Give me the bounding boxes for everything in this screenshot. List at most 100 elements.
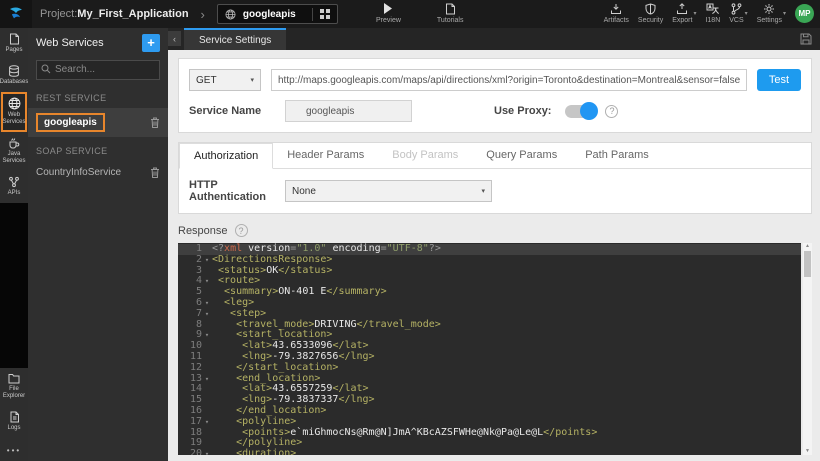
line-number: 17 — [189, 415, 202, 427]
scrollbar-thumb[interactable] — [804, 251, 811, 277]
trash-icon[interactable] — [150, 167, 160, 178]
sidebar-spacer — [0, 203, 28, 368]
translate-icon — [706, 2, 720, 15]
sidebar-item-file-explorer[interactable]: File Explorer — [0, 368, 28, 406]
fold-gutter — [202, 406, 212, 417]
more-options-icon[interactable]: ••• — [7, 438, 21, 461]
add-service-button[interactable]: + — [142, 34, 160, 52]
artifacts-button[interactable]: Artifacts — [604, 2, 629, 24]
fold-icon[interactable]: ▾ — [202, 374, 212, 385]
trash-icon[interactable] — [150, 117, 160, 128]
selected-service-name: googleapis — [242, 8, 296, 20]
fold-gutter — [202, 320, 212, 331]
http-authentication-select[interactable]: None ▾ — [285, 180, 492, 202]
topbar: Project:My_First_Application › googleapi… — [0, 0, 820, 28]
sidebar-item-java-services[interactable]: Java Services — [0, 132, 28, 171]
grid-icon[interactable] — [319, 9, 330, 19]
fold-gutter — [202, 363, 212, 374]
tutorials-button[interactable]: Tutorials — [437, 2, 464, 24]
fold-gutter — [202, 287, 212, 298]
sidebar-item-apis[interactable]: APIs — [0, 171, 28, 203]
method-select[interactable]: GET ▾ — [189, 69, 261, 91]
divider — [311, 7, 313, 21]
web-services-panel: Web Services + REST SERVICE googleapis S… — [28, 28, 168, 461]
editor-scrollbar[interactable]: ▲ ▼ — [803, 243, 812, 455]
vcs-label: VCS — [729, 17, 744, 24]
fold-gutter — [202, 395, 212, 406]
response-editor[interactable]: 1 <?xml version="1.0" encoding="UTF-8"?> 2… — [178, 243, 801, 455]
tab-path-params[interactable]: Path Params — [571, 143, 663, 169]
artifacts-download-icon — [610, 2, 622, 15]
fold-gutter — [202, 428, 212, 439]
security-button[interactable]: Security — [638, 2, 663, 24]
line-number: 12 — [189, 361, 202, 373]
security-label: Security — [637, 17, 664, 24]
tab-header-params[interactable]: Header Params — [273, 143, 378, 169]
fold-gutter — [202, 244, 212, 255]
fold-icon[interactable]: ▾ — [202, 309, 212, 320]
service-item-countryinfoservice[interactable]: CountryInfoService — [28, 161, 168, 185]
settings-button[interactable]: Settings — [757, 2, 782, 24]
vcs-button[interactable]: VCS — [729, 2, 744, 24]
url-input[interactable] — [271, 69, 747, 91]
user-avatar[interactable]: MP — [795, 4, 814, 23]
fold-icon[interactable]: ▾ — [202, 417, 212, 428]
coffee-cup-icon — [8, 137, 20, 149]
line-number: 20 — [189, 448, 202, 455]
panel-title: Web Services — [36, 37, 104, 49]
breadcrumb: Project:My_First_Application — [40, 8, 189, 20]
topbar-center: Preview Tutorials — [376, 2, 464, 24]
scroll-up-icon[interactable]: ▲ — [805, 243, 810, 250]
chevron-down-icon[interactable]: ▾ — [783, 10, 786, 17]
book-icon — [445, 2, 456, 15]
service-item-googleapis[interactable]: googleapis — [28, 107, 168, 137]
project-label: Project: — [40, 8, 78, 20]
chevron-down-icon[interactable]: ▾ — [693, 10, 696, 17]
fold-icon[interactable]: ▾ — [202, 255, 212, 266]
use-proxy-toggle[interactable] — [565, 102, 599, 120]
collapse-panel-button[interactable]: ‹ — [168, 31, 181, 46]
code-line[interactable]: 6 ▾ <leg> — [178, 297, 801, 309]
code-line[interactable]: 3 <status>OK</status> — [178, 265, 801, 277]
icon-rail: Pages Databases Web Services Java Servic… — [0, 28, 28, 461]
chevron-down-icon[interactable]: ▾ — [745, 10, 748, 17]
params-tab-bar: Authorization Header Params Body Params … — [179, 143, 811, 169]
tab-authorization[interactable]: Authorization — [179, 143, 274, 169]
preview-label: Preview — [376, 17, 401, 24]
http-authentication-label: HTTP Authentication — [189, 179, 266, 203]
fold-icon[interactable]: ▾ — [202, 330, 212, 341]
soap-section-label: SOAP SERVICE — [36, 145, 108, 156]
preview-button[interactable]: Preview — [376, 2, 401, 24]
export-label: Export — [672, 17, 693, 24]
help-icon[interactable]: ? — [234, 224, 248, 237]
sidebar-item-web-services[interactable]: Web Services — [1, 92, 27, 132]
shield-icon — [645, 2, 656, 15]
tab-query-params[interactable]: Query Params — [472, 143, 571, 169]
sidebar-item-databases[interactable]: Databases — [0, 60, 28, 92]
code-line[interactable]: 20 ▾ <duration> — [178, 448, 801, 455]
service-selector[interactable]: googleapis — [216, 4, 338, 24]
search-input[interactable] — [36, 59, 160, 80]
line-number: 7 — [195, 307, 202, 319]
toggle-knob — [580, 102, 599, 120]
scroll-down-icon[interactable]: ▼ — [805, 448, 810, 455]
method-value: GET — [196, 74, 217, 86]
fold-icon[interactable]: ▾ — [202, 298, 212, 309]
test-button[interactable]: Test — [757, 69, 801, 91]
fold-icon[interactable]: ▾ — [202, 449, 212, 455]
save-icon[interactable] — [800, 28, 812, 50]
i18n-button[interactable]: I18N — [705, 2, 720, 24]
sidebar-item-pages[interactable]: Pages — [0, 28, 28, 60]
code-line[interactable]: 5 <summary>ON-401 E</summary> — [178, 286, 801, 298]
caret-down-icon: ▾ — [250, 77, 254, 84]
branch-icon — [731, 2, 742, 15]
fold-icon[interactable]: ▾ — [202, 276, 212, 287]
help-icon[interactable]: ? — [605, 104, 619, 118]
service-settings-content: GET ▾ Test Service Name Use Proxy: ? — [168, 50, 820, 461]
app-logo-icon[interactable] — [0, 0, 32, 28]
export-button[interactable]: Export — [672, 2, 692, 24]
sidebar-item-logs[interactable]: Logs — [0, 406, 28, 438]
tab-service-settings[interactable]: Service Settings — [184, 28, 287, 50]
service-name-input[interactable] — [285, 100, 412, 122]
params-panel: Authorization Header Params Body Params … — [178, 142, 812, 214]
